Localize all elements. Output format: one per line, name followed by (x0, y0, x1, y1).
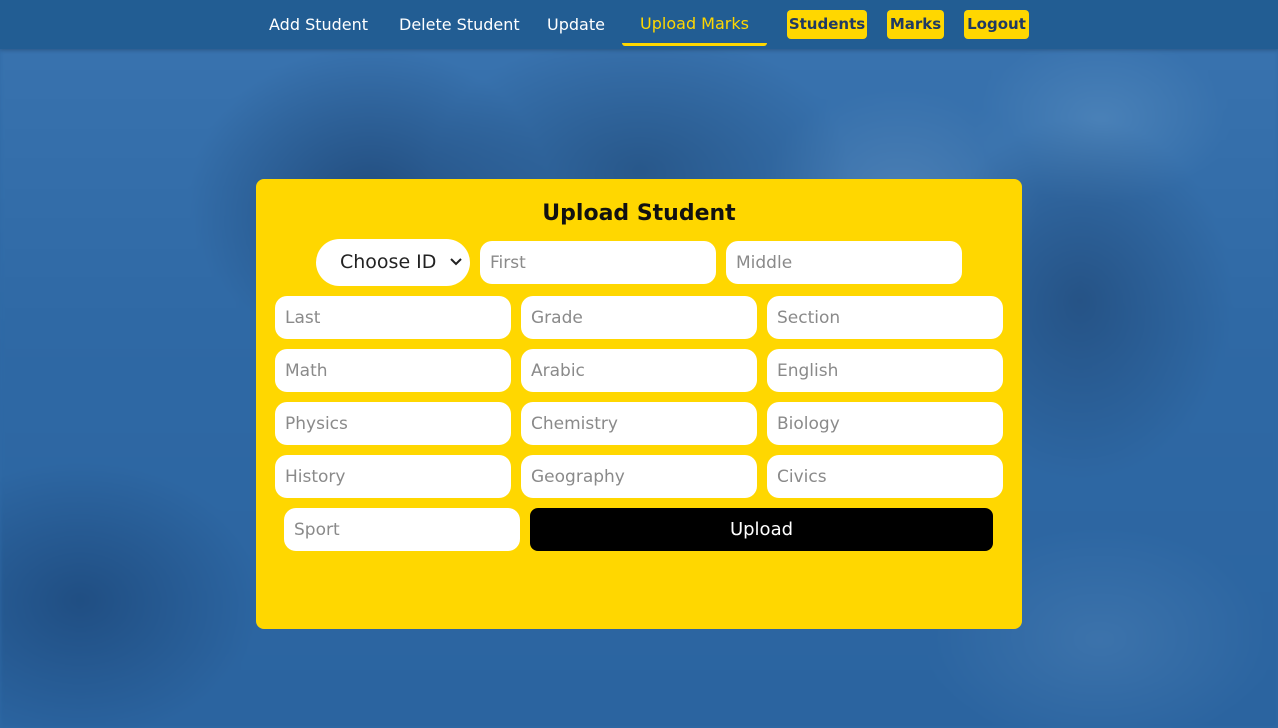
english-input[interactable] (767, 349, 1003, 392)
id-select-value: Choose ID (340, 251, 437, 273)
nav-delete-student[interactable]: Delete Student (399, 0, 520, 46)
sport-input[interactable] (284, 508, 520, 551)
grade-input[interactable] (521, 296, 757, 339)
form-title: Upload Student (542, 201, 736, 226)
upload-form: Upload Student Choose ID Upload (256, 179, 1022, 629)
logout-button[interactable]: Logout (964, 10, 1029, 39)
nav-update[interactable]: Update (547, 0, 605, 46)
last-name-input[interactable] (275, 296, 511, 339)
arabic-input[interactable] (521, 349, 757, 392)
upload-button[interactable]: Upload (530, 508, 993, 551)
civics-input[interactable] (767, 455, 1003, 498)
geography-input[interactable] (521, 455, 757, 498)
math-input[interactable] (275, 349, 511, 392)
marks-button[interactable]: Marks (887, 10, 944, 39)
first-name-input[interactable] (480, 241, 716, 284)
chemistry-input[interactable] (521, 402, 757, 445)
physics-input[interactable] (275, 402, 511, 445)
nav-upload-marks[interactable]: Upload Marks (622, 0, 767, 46)
navbar: Add Student Delete Student Update Upload… (0, 0, 1278, 49)
chevron-down-icon (450, 239, 462, 286)
id-select[interactable]: Choose ID (316, 239, 470, 286)
nav-add-student[interactable]: Add Student (269, 0, 368, 46)
section-input[interactable] (767, 296, 1003, 339)
biology-input[interactable] (767, 402, 1003, 445)
students-button[interactable]: Students (787, 10, 867, 39)
middle-name-input[interactable] (726, 241, 962, 284)
history-input[interactable] (275, 455, 511, 498)
